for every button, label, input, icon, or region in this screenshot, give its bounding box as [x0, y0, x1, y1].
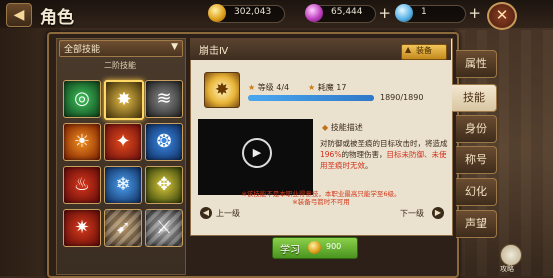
- diamond-value: 1: [421, 7, 427, 17]
- skill-slot-arrow-rain[interactable]: ✥: [145, 166, 183, 204]
- guide-label: 攻略: [500, 265, 514, 273]
- close-icon: ✕: [495, 6, 509, 24]
- equip-icon: ▲: [405, 45, 412, 54]
- add-diamond-button[interactable]: +: [468, 4, 481, 22]
- dash-icon: ➹: [115, 217, 131, 238]
- tab-3[interactable]: 称号: [456, 146, 497, 174]
- back-button[interactable]: ◀: [6, 3, 32, 27]
- mana-stat: ★ 耗魔 17: [308, 82, 346, 93]
- tab-2[interactable]: 身份: [456, 115, 497, 143]
- skill-slot-fire-pillar[interactable]: ♨: [63, 166, 101, 204]
- gold-coin-icon: [208, 4, 226, 22]
- equip-label: 装备: [416, 46, 432, 55]
- page-title: 角色: [40, 8, 74, 28]
- tab-4[interactable]: 幻化: [456, 178, 497, 206]
- tab-0[interactable]: 属性: [456, 50, 497, 78]
- close-button[interactable]: ✕: [487, 2, 517, 30]
- desc-highlight-1: 196%: [320, 150, 342, 159]
- spirit-icon: ❂: [156, 131, 172, 152]
- desc-text-3: 。: [365, 161, 373, 170]
- skill-slot-whirl[interactable]: ≋: [145, 80, 183, 118]
- skill-filter-value: 全部技能: [64, 45, 101, 55]
- back-arrow-icon: ◀: [13, 7, 25, 23]
- gold-resource: 302,043: [208, 4, 285, 23]
- tab-1[interactable]: 技能: [452, 84, 497, 112]
- shatter-icon: ✸: [214, 80, 230, 100]
- gem-value: 65,444: [331, 7, 363, 17]
- diamond-resource: 1 +: [395, 4, 481, 23]
- skill-slot-spirit[interactable]: ❂: [145, 123, 183, 161]
- mana-value: 17: [336, 83, 347, 92]
- star-icon: ★: [248, 83, 256, 92]
- tab-5[interactable]: 声望: [456, 210, 497, 238]
- skill-slot-shatter[interactable]: ✸: [104, 80, 144, 120]
- next-level-icon[interactable]: ▶: [432, 207, 444, 219]
- arrow-rain-icon: ✥: [156, 174, 172, 195]
- blade-strike-icon: ⚔: [155, 217, 173, 238]
- gold-value: 302,043: [234, 7, 272, 17]
- star-icon: ★: [308, 83, 316, 92]
- exp-value: 1890/1890: [380, 93, 424, 102]
- guide-icon[interactable]: [500, 244, 522, 266]
- equip-button[interactable]: ▲ 装备: [401, 44, 447, 60]
- selected-skill-icon: ✸: [204, 72, 240, 108]
- level-value: 4/4: [276, 83, 290, 92]
- skill-note: ※该技能不是本职业得意技，本职业最高只能学至6级。 ※装备弓箭时不可用: [196, 190, 446, 206]
- fire-pillar-icon: ♨: [73, 174, 91, 195]
- bullet-icon: ◆: [322, 123, 329, 132]
- gold-coin-icon: [308, 241, 321, 254]
- skill-desc-title: ◆ 技能描述: [322, 122, 363, 133]
- whirl-icon: ≋: [156, 88, 172, 109]
- play-icon[interactable]: ▶: [242, 138, 272, 168]
- burst-icon: ✦: [115, 131, 131, 152]
- top-bar: ◀ 角色 302,043 65,444 + 1 + ✕: [0, 0, 553, 30]
- wind-vortex-icon: ◎: [74, 88, 90, 109]
- next-level-button[interactable]: 下一级: [400, 208, 424, 219]
- note-line-1: ※该技能不是本职业得意技，本职业最高只能学至6级。: [241, 190, 401, 198]
- desc-text-2: 的物理伤害，: [341, 150, 387, 159]
- blaze-icon: ✷: [74, 217, 90, 238]
- chevron-down-icon: ▼: [171, 42, 178, 52]
- shatter-icon: ✸: [116, 89, 132, 110]
- learn-label: 学习: [280, 245, 300, 256]
- skill-name: 崩击Ⅳ: [199, 46, 229, 57]
- mana-label: 耗魔: [317, 83, 334, 92]
- skill-slot-dash[interactable]: ➹: [104, 209, 142, 247]
- skill-slot-wind-vortex[interactable]: ◎: [63, 80, 101, 118]
- skill-filter-dropdown[interactable]: 全部技能 ▼: [59, 40, 183, 57]
- note-line-2: ※装备弓箭时不可用: [292, 198, 350, 206]
- diamond-icon: [395, 4, 413, 22]
- learn-button[interactable]: 学习 900: [272, 237, 358, 259]
- skill-desc-title-text: 技能描述: [330, 123, 363, 132]
- exp-progress-fill: [248, 95, 374, 101]
- prev-level-icon[interactable]: ◀: [200, 207, 212, 219]
- level-label: 等级: [257, 83, 274, 92]
- skill-slot-flame-stance[interactable]: ☀: [63, 123, 101, 161]
- skill-tier-label: 二阶技能: [104, 61, 136, 70]
- skill-slot-burst[interactable]: ✦: [104, 123, 142, 161]
- skill-slot-blaze[interactable]: ✷: [63, 209, 101, 247]
- gem-icon: [305, 4, 323, 22]
- skill-slot-ice-spirit[interactable]: ❄: [104, 166, 142, 204]
- level-stat: ★ 等级 4/4: [248, 82, 289, 93]
- ice-spirit-icon: ❄: [115, 174, 131, 195]
- skill-description: 对防御或被圣痕的目标攻击时，将造成196%的物理伤害，目标未防御、未使用圣痕时无…: [320, 138, 448, 171]
- learn-cost: 900: [326, 242, 342, 251]
- desc-text-1: 对防御或被圣痕的目标攻击时，将造成: [320, 139, 448, 148]
- add-gem-button[interactable]: +: [378, 4, 391, 22]
- skill-slot-blade-strike[interactable]: ⚔: [145, 209, 183, 247]
- flame-stance-icon: ☀: [73, 131, 91, 152]
- gem-resource: 65,444 +: [305, 4, 391, 23]
- prev-level-button[interactable]: 上一级: [216, 208, 240, 219]
- exp-progress-bar: [248, 95, 374, 101]
